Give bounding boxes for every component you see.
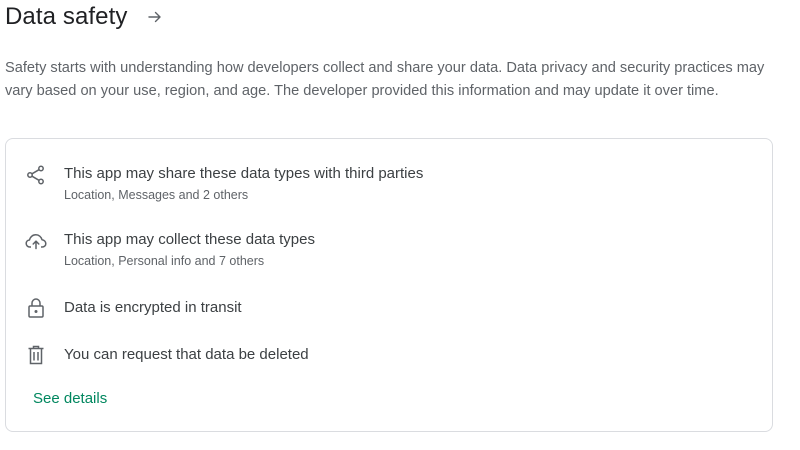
data-safety-description: Safety starts with understanding how dev… (5, 60, 765, 99)
share-row-subtitle: Location, Messages and 2 others (64, 188, 249, 202)
arrow-right-icon[interactable] (147, 9, 163, 25)
lock-icon (24, 296, 48, 320)
share-icon (24, 163, 48, 187)
collect-row-subtitle: Location, Personal info and 7 others (64, 254, 265, 268)
share-row-title: This app may share these data types with… (64, 165, 424, 182)
deletion-row-title: You can request that data be deleted (64, 346, 309, 363)
trash-icon (24, 343, 48, 367)
cloud-upload-icon (24, 229, 48, 253)
encryption-row-title: Data is encrypted in transit (64, 299, 242, 316)
section-header: Data safety (5, 0, 163, 34)
data-safety-card: This app may share these data types with… (5, 138, 773, 432)
collect-row-title: This app may collect these data types (64, 231, 315, 248)
section-title: Data safety (5, 3, 128, 30)
see-details-link[interactable]: See details (33, 389, 107, 409)
